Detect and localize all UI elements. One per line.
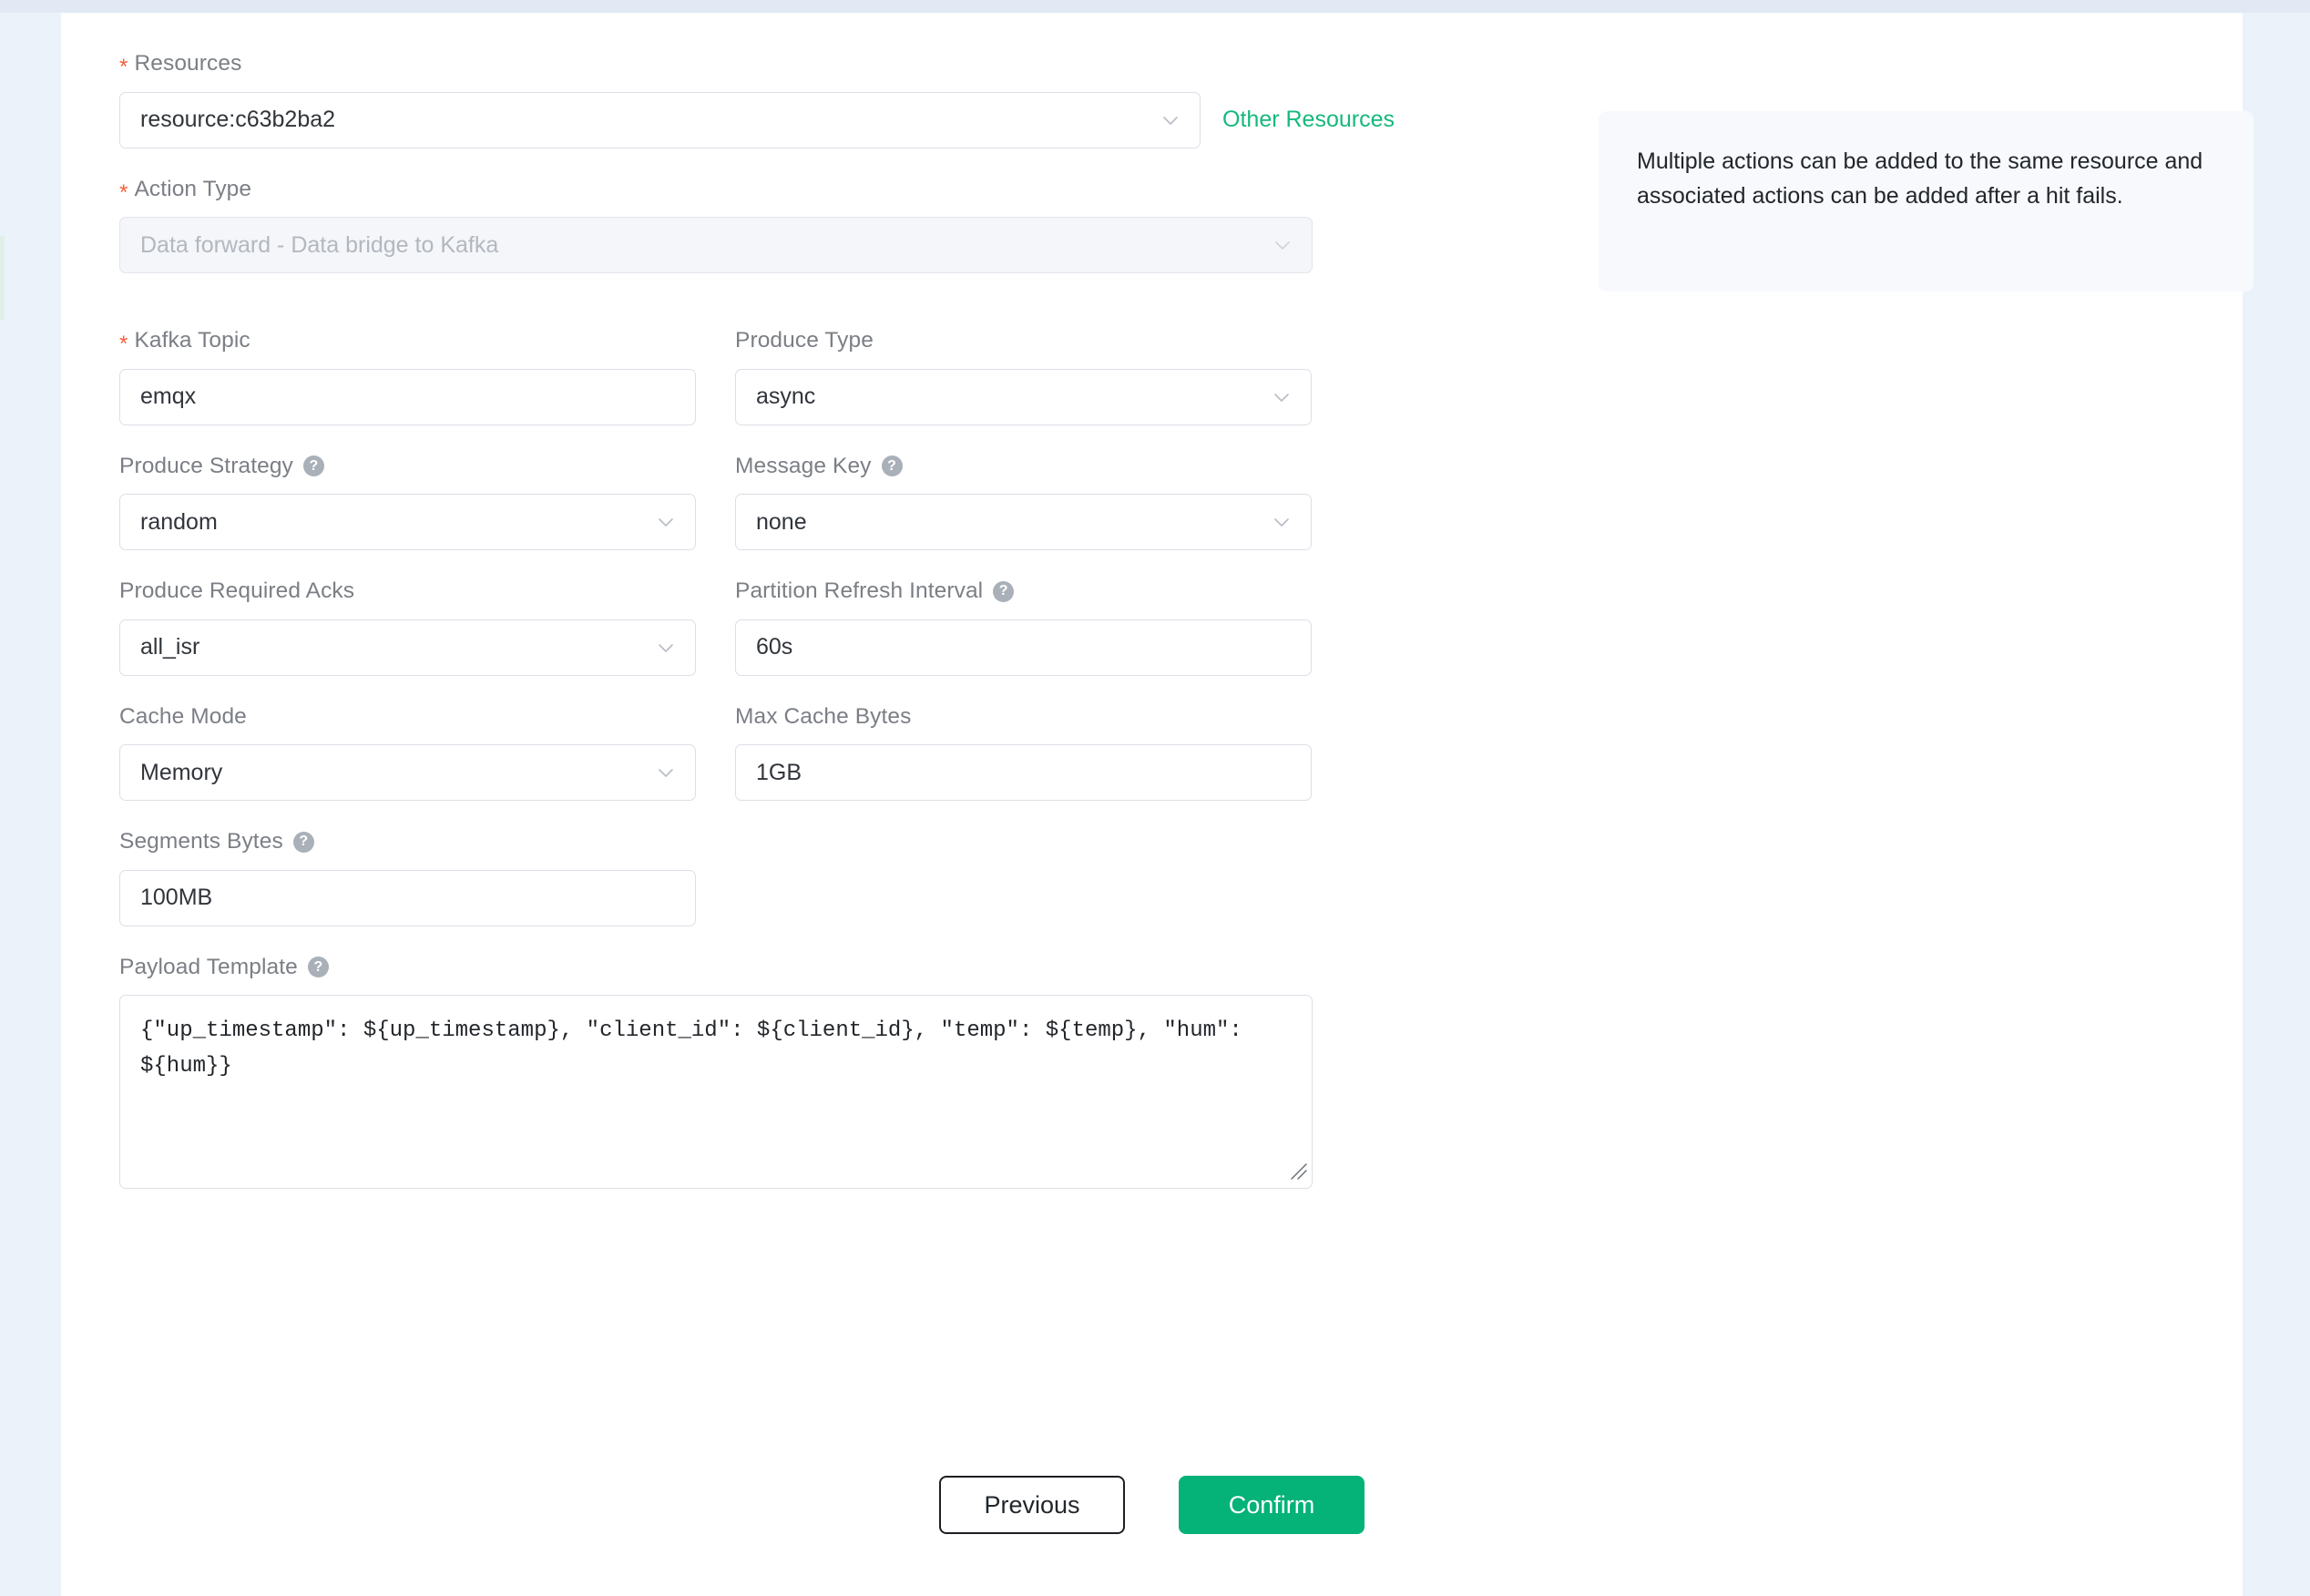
partition-refresh-interval-label: Partition Refresh Interval ?	[735, 578, 1312, 603]
row-topic-producetype: * Kafka Topic emqx Produce Type async	[119, 328, 1395, 425]
kafka-topic-input[interactable]: emqx	[119, 368, 696, 425]
action-type-label-text: Action Type	[134, 176, 252, 201]
field-group-produce-type: Produce Type async	[735, 328, 1312, 425]
message-key-label: Message Key ?	[735, 455, 1312, 478]
produce-type-label-text: Produce Type	[735, 328, 874, 353]
segments-bytes-label: Segments Bytes ?	[119, 829, 1395, 854]
chevron-down-icon	[655, 762, 677, 783]
produce-required-acks-label: Produce Required Acks	[119, 578, 696, 603]
segments-bytes-label-text: Segments Bytes	[119, 829, 283, 854]
max-cache-bytes-label-text: Max Cache Bytes	[735, 703, 912, 729]
partition-refresh-interval-input[interactable]: 60s	[735, 619, 1312, 676]
produce-required-acks-select[interactable]: all_isr	[119, 619, 696, 676]
chevron-down-icon	[655, 637, 677, 659]
action-form: * Resources resource:c63b2ba2 Other Reso…	[119, 51, 1395, 1219]
form-action-bar: Previous Confirm	[61, 1476, 2243, 1534]
cache-mode-label: Cache Mode	[119, 703, 696, 729]
kafka-topic-label-text: Kafka Topic	[134, 328, 250, 353]
help-circle-icon[interactable]: ?	[993, 580, 1015, 602]
left-rail	[0, 13, 61, 1596]
chevron-down-icon	[1272, 234, 1293, 256]
field-group-produce-strategy: Produce Strategy ? random	[119, 455, 696, 550]
field-group-partition-refresh-interval: Partition Refresh Interval ? 60s	[735, 578, 1312, 676]
cache-mode-label-text: Cache Mode	[119, 703, 247, 729]
max-cache-bytes-value: 1GB	[756, 759, 802, 785]
required-indicator: *	[119, 332, 128, 357]
action-type-label: * Action Type	[119, 176, 1395, 205]
partition-refresh-interval-label-text: Partition Refresh Interval	[735, 578, 984, 603]
produce-strategy-label-text: Produce Strategy	[119, 453, 293, 478]
previous-button[interactable]: Previous	[939, 1476, 1125, 1534]
confirm-button[interactable]: Confirm	[1179, 1476, 1365, 1534]
left-rail-active-indicator	[0, 236, 5, 320]
resources-row: resource:c63b2ba2 Other Resources	[119, 91, 1395, 148]
top-band	[0, 0, 2310, 13]
field-group-payload-template: Payload Template ? {"up_timestamp": ${up…	[119, 954, 1395, 1189]
help-circle-icon[interactable]: ?	[302, 455, 324, 477]
resources-select[interactable]: resource:c63b2ba2	[119, 91, 1201, 148]
cache-mode-select[interactable]: Memory	[119, 744, 696, 801]
help-circle-icon[interactable]: ?	[292, 831, 314, 853]
produce-type-value: async	[756, 384, 816, 409]
info-panel: Multiple actions can be added to the sam…	[1599, 111, 2254, 292]
row-acks-refresh: Produce Required Acks all_isr Partition …	[119, 578, 1395, 676]
kafka-topic-value: emqx	[140, 384, 197, 409]
field-group-message-key: Message Key ? none	[735, 455, 1312, 550]
field-group-resources: * Resources resource:c63b2ba2 Other Reso…	[119, 51, 1395, 148]
required-indicator: *	[119, 55, 128, 80]
partition-refresh-interval-value: 60s	[756, 634, 793, 660]
field-group-kafka-topic: * Kafka Topic emqx	[119, 328, 696, 425]
produce-type-select[interactable]: async	[735, 368, 1312, 425]
info-panel-text: Multiple actions can be added to the sam…	[1637, 148, 2203, 209]
message-key-label-text: Message Key	[735, 453, 872, 478]
row-cachemode-maxcache: Cache Mode Memory Max Cache Bytes 1GB	[119, 703, 1395, 801]
required-indicator: *	[119, 179, 128, 205]
chevron-down-icon	[1271, 386, 1293, 408]
field-group-produce-required-acks: Produce Required Acks all_isr	[119, 578, 696, 676]
field-group-segments-bytes: Segments Bytes ? 100MB	[119, 829, 1395, 926]
other-resources-link[interactable]: Other Resources	[1222, 107, 1395, 133]
payload-template-label-text: Payload Template	[119, 954, 298, 979]
produce-strategy-value: random	[140, 508, 218, 535]
cache-mode-value: Memory	[140, 759, 223, 785]
row-strategy-messagekey: Produce Strategy ? random Message Key ?	[119, 455, 1395, 550]
payload-template-textarea[interactable]: {"up_timestamp": ${up_timestamp}, "clien…	[119, 995, 1313, 1189]
resources-label-text: Resources	[134, 51, 242, 76]
resources-value: resource:c63b2ba2	[140, 107, 336, 132]
chevron-down-icon	[1160, 109, 1181, 131]
help-circle-icon[interactable]: ?	[307, 957, 329, 978]
chevron-down-icon	[1271, 511, 1293, 533]
field-group-action-type: * Action Type Data forward - Data bridge…	[119, 176, 1395, 273]
produce-strategy-select[interactable]: random	[119, 494, 696, 550]
max-cache-bytes-label: Max Cache Bytes	[735, 703, 1312, 729]
action-form-card: Multiple actions can be added to the sam…	[61, 13, 2254, 1596]
help-circle-icon[interactable]: ?	[881, 455, 903, 477]
field-group-cache-mode: Cache Mode Memory	[119, 703, 696, 801]
produce-type-label: Produce Type	[735, 328, 1312, 353]
max-cache-bytes-input[interactable]: 1GB	[735, 744, 1312, 801]
resources-label: * Resources	[119, 51, 1395, 80]
message-key-select[interactable]: none	[735, 494, 1312, 550]
payload-template-label: Payload Template ?	[119, 954, 1395, 979]
action-type-value: Data forward - Data bridge to Kafka	[140, 231, 499, 258]
kafka-topic-label: * Kafka Topic	[119, 328, 696, 357]
produce-required-acks-value: all_isr	[140, 634, 200, 660]
segments-bytes-value: 100MB	[140, 885, 213, 910]
segments-bytes-input[interactable]: 100MB	[119, 869, 696, 926]
produce-required-acks-label-text: Produce Required Acks	[119, 578, 355, 603]
page-root: Multiple actions can be added to the sam…	[0, 0, 2310, 1596]
message-key-value: none	[756, 508, 807, 535]
action-type-select: Data forward - Data bridge to Kafka	[119, 217, 1313, 273]
field-group-max-cache-bytes: Max Cache Bytes 1GB	[735, 703, 1312, 801]
chevron-down-icon	[655, 511, 677, 533]
produce-strategy-label: Produce Strategy ?	[119, 455, 696, 478]
